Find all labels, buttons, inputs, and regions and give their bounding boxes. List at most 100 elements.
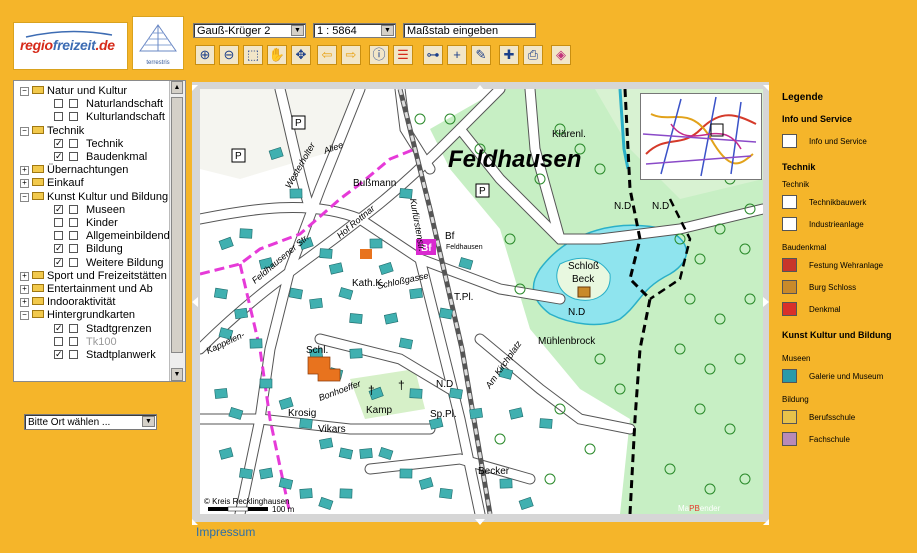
layer-visibility-checkbox[interactable]: [69, 336, 78, 346]
scroll-down-icon[interactable]: ▼: [171, 368, 183, 381]
tree-item[interactable]: ✓ Bildung: [14, 243, 169, 255]
terrestris-logo[interactable]: terrestris: [132, 16, 184, 70]
projection-select[interactable]: Gauß-Krüger 2 ▼: [193, 23, 306, 38]
layer-checkbox[interactable]: ✓: [54, 244, 63, 254]
legend-item[interactable]: Info und Service: [782, 134, 912, 150]
info-icon[interactable]: ⓘ: [369, 45, 389, 65]
tree-folder[interactable]: + Entertainment und Ab: [14, 283, 169, 295]
legend-item[interactable]: Fachschule: [782, 432, 912, 448]
expand-icon[interactable]: +: [20, 271, 29, 281]
expand-icon[interactable]: +: [20, 285, 29, 294]
layer-visibility-checkbox[interactable]: [69, 218, 78, 227]
tree-item[interactable]: Tk100: [14, 336, 169, 348]
expand-icon[interactable]: +: [20, 166, 29, 176]
pan-north-icon[interactable]: [475, 82, 485, 91]
layer-checkbox[interactable]: ✓: [54, 152, 63, 161]
layer-checkbox[interactable]: [54, 336, 63, 346]
layer-tree[interactable]: − Natur und Kultur Naturlandschaft Kulturla…: [13, 80, 186, 382]
scale-input[interactable]: Maßstab eingeben: [403, 23, 536, 38]
layer-visibility-checkbox[interactable]: [69, 323, 78, 333]
layer-checkbox[interactable]: ✓: [54, 257, 63, 267]
pan-west-icon[interactable]: [192, 297, 198, 307]
tree-item[interactable]: ✓ Weitere Bildung: [14, 257, 169, 269]
tree-item[interactable]: Kinder: [14, 217, 169, 229]
zoom-box-icon[interactable]: ⬚: [243, 45, 263, 65]
legend-item[interactable]: Berufsschule: [782, 410, 912, 426]
legend-item[interactable]: Industrieanlage: [782, 217, 912, 233]
legend-item[interactable]: Technikbauwerk: [782, 195, 912, 211]
chevron-down-icon[interactable]: ▼: [291, 25, 304, 36]
add-point-icon[interactable]: ✚: [499, 45, 519, 65]
layer-checkbox[interactable]: [54, 218, 63, 227]
collapse-icon[interactable]: −: [20, 87, 29, 96]
layer-checkbox[interactable]: [54, 231, 63, 241]
pan-hand-icon[interactable]: ✋: [267, 45, 287, 65]
tree-folder[interactable]: − Technik: [14, 125, 169, 137]
measure-icon[interactable]: ⊶: [423, 45, 443, 65]
expand-icon[interactable]: +: [20, 179, 29, 189]
pan-south-icon[interactable]: [475, 516, 485, 525]
layer-visibility-checkbox[interactable]: [69, 99, 78, 109]
forward-arrow-icon[interactable]: ⇨: [341, 45, 361, 65]
scroll-up-icon[interactable]: ▲: [171, 81, 183, 94]
full-extent-icon[interactable]: ✥: [291, 45, 311, 65]
bookmark-icon[interactable]: ◈: [551, 45, 571, 65]
tree-item[interactable]: Kulturlandschaft: [14, 111, 169, 123]
legend-item[interactable]: Denkmal: [782, 302, 912, 318]
overview-map[interactable]: [640, 93, 762, 180]
crosshair-icon[interactable]: +: [447, 45, 467, 65]
layer-visibility-checkbox[interactable]: [69, 257, 78, 267]
layer-checkbox[interactable]: ✓: [54, 350, 63, 359]
tree-folder[interactable]: + Sport und Freizeitstätten: [14, 270, 169, 282]
layer-visibility-checkbox[interactable]: [69, 138, 78, 148]
tree-folder[interactable]: + Übernachtungen: [14, 164, 169, 176]
back-arrow-icon[interactable]: ⇦: [317, 45, 337, 65]
legend-item[interactable]: Burg Schloss: [782, 280, 912, 296]
chevron-down-icon[interactable]: ▼: [142, 416, 155, 427]
collapse-icon[interactable]: −: [20, 311, 29, 321]
tree-folder[interactable]: + Einkauf: [14, 177, 169, 189]
tree-item[interactable]: ✓ Stadtplanwerk: [14, 349, 169, 361]
tree-item[interactable]: Naturlandschaft: [14, 98, 169, 110]
tree-scrollbar[interactable]: ▲ ▼: [169, 81, 185, 381]
layer-visibility-checkbox[interactable]: [69, 231, 78, 241]
layer-visibility-checkbox[interactable]: [69, 350, 78, 359]
pan-northwest-icon[interactable]: [192, 82, 198, 91]
collapse-icon[interactable]: −: [20, 192, 29, 202]
tree-item[interactable]: ✓ Museen: [14, 204, 169, 216]
zoom-out-icon[interactable]: ⊖: [219, 45, 239, 65]
pen-icon[interactable]: ✎: [471, 45, 491, 65]
legend-icon[interactable]: ☰: [393, 45, 413, 65]
tree-folder[interactable]: − Kunst Kultur und Bildung: [14, 191, 169, 203]
layer-checkbox[interactable]: ✓: [54, 323, 63, 333]
scroll-thumb[interactable]: [171, 97, 183, 353]
impressum-link[interactable]: Impressum: [196, 525, 255, 539]
pan-southeast-icon[interactable]: [763, 516, 769, 525]
print-icon[interactable]: ⎙: [523, 45, 543, 65]
layer-visibility-checkbox[interactable]: [69, 152, 78, 161]
legend-item[interactable]: Festung Wehranlage: [782, 258, 912, 274]
ort-select[interactable]: Bitte Ort wählen ... ▼: [24, 414, 157, 430]
chevron-down-icon[interactable]: ▼: [381, 25, 394, 36]
tree-item[interactable]: ✓ Technik: [14, 138, 169, 150]
legend-item[interactable]: Galerie und Museum: [782, 369, 912, 385]
layer-checkbox[interactable]: ✓: [54, 204, 63, 214]
tree-folder[interactable]: + Indooraktivität: [14, 296, 169, 308]
layer-checkbox[interactable]: [54, 99, 63, 109]
layer-checkbox[interactable]: ✓: [54, 138, 63, 148]
tree-item[interactable]: ✓ Baudenkmal: [14, 151, 169, 163]
pan-northeast-icon[interactable]: [763, 82, 769, 91]
collapse-icon[interactable]: −: [20, 126, 29, 136]
layer-visibility-checkbox[interactable]: [69, 204, 78, 214]
pan-east-icon[interactable]: [763, 297, 769, 307]
regiofreizeit-logo[interactable]: regiofreizeit.de: [13, 22, 128, 70]
tree-item[interactable]: Allgemeinbildende: [14, 230, 176, 242]
tree-item[interactable]: ✓ Stadtgrenzen: [14, 323, 169, 335]
layer-checkbox[interactable]: [54, 112, 63, 122]
tree-folder[interactable]: − Natur und Kultur: [14, 85, 169, 97]
tree-folder[interactable]: − Hintergrundkarten: [14, 309, 169, 321]
layer-visibility-checkbox[interactable]: [69, 112, 78, 122]
layer-visibility-checkbox[interactable]: [69, 244, 78, 254]
scale-select[interactable]: 1 : 5864 ▼: [313, 23, 396, 38]
pan-southwest-icon[interactable]: [192, 516, 198, 525]
